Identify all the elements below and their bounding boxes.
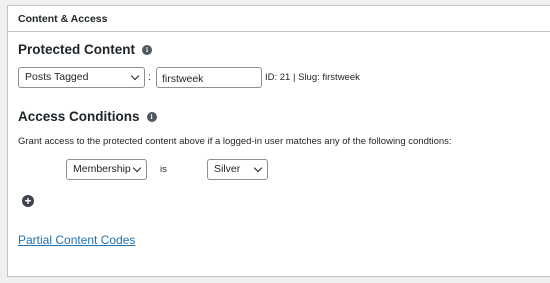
- info-icon[interactable]: i: [142, 44, 153, 55]
- content-type-select[interactable]: Posts Tagged: [18, 67, 145, 88]
- access-conditions-description: Grant access to the protected content ab…: [18, 136, 452, 147]
- condition-field-value: Membership: [73, 163, 131, 175]
- access-conditions-heading: Access Conditions: [18, 109, 140, 124]
- partial-content-codes-link[interactable]: Partial Content Codes: [18, 233, 135, 247]
- panel-title: Content & Access: [8, 6, 550, 32]
- protected-content-title: Protected Content i: [18, 42, 153, 57]
- condition-field-select[interactable]: Membership: [66, 159, 147, 180]
- chevron-down-icon: [130, 71, 140, 81]
- protected-content-heading: Protected Content: [18, 42, 136, 57]
- condition-value: Silver: [214, 163, 241, 175]
- tag-id-slug: ID: 21 | Slug: firstweek: [265, 72, 360, 83]
- condition-value-select[interactable]: Silver: [207, 159, 268, 180]
- tag-input[interactable]: [156, 67, 262, 88]
- separator-colon: :: [148, 71, 151, 83]
- access-conditions-title: Access Conditions i: [18, 109, 157, 124]
- info-icon[interactable]: i: [146, 111, 157, 122]
- chevron-down-icon: [132, 163, 142, 173]
- content-type-value: Posts Tagged: [25, 71, 89, 83]
- chevron-down-icon: [253, 163, 263, 173]
- condition-operator: is: [160, 164, 167, 175]
- add-condition-icon[interactable]: +: [22, 195, 34, 207]
- content-access-panel: Content & Access Protected Content i Pos…: [7, 5, 550, 277]
